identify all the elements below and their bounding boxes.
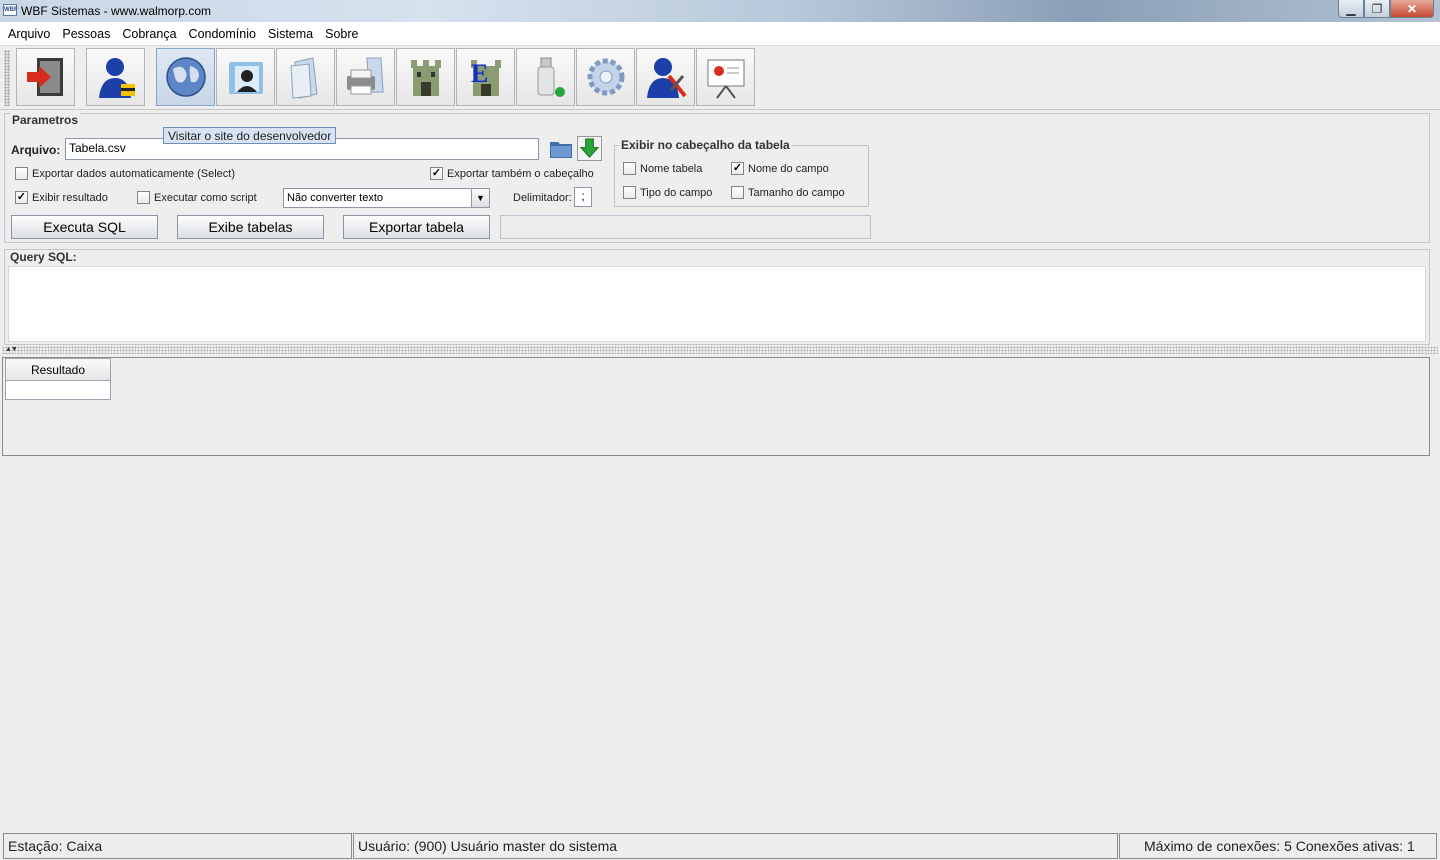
run-script-checkbox[interactable] <box>137 191 150 204</box>
folder-icon <box>550 142 572 158</box>
printer-icon <box>346 57 384 95</box>
field-name-checkbox[interactable]: ✓ <box>731 162 744 175</box>
show-tables-button[interactable]: Exibe tabelas <box>177 215 324 239</box>
developer-site-tooltip: Visitar o site do desenvolvedor <box>163 127 337 144</box>
minimize-icon: ▁ <box>1346 1 1356 16</box>
contact-folder-icon <box>228 62 263 94</box>
toolbar-grip[interactable] <box>4 50 10 106</box>
status-user: Usuário: (900) Usuário master do sistema <box>353 833 1118 859</box>
results-panel: Resultado <box>2 357 1430 456</box>
query-sql-legend: Query SQL: <box>10 250 77 264</box>
presentation-icon <box>707 59 744 99</box>
website-button[interactable] <box>156 48 215 106</box>
convert-text-value: Não converter texto <box>287 192 383 204</box>
status-connections: Máximo de conexões: 5 Conexões ativas: 1 <box>1119 833 1437 859</box>
show-result-checkbox[interactable]: ✓ <box>15 191 28 204</box>
toolbar: E <box>0 46 1440 110</box>
gear-icon <box>587 58 624 96</box>
field-size-label: Tamanho do campo <box>748 187 845 199</box>
presentation-button[interactable] <box>696 48 755 106</box>
exit-button[interactable] <box>16 48 75 106</box>
parameters-legend: Parametros <box>10 113 81 127</box>
download-arrow-icon <box>579 138 600 158</box>
split-arrows-icon[interactable]: ▲▼ <box>5 346 18 353</box>
chevron-down-icon[interactable]: ▼ <box>471 189 489 207</box>
menu-bar: Arquivo Pessoas Cobrança Condomínio Sist… <box>0 22 1440 46</box>
documents-button[interactable] <box>276 48 335 106</box>
export-header-label: Exportar também o cabeçalho <box>447 168 594 180</box>
usb-drive-icon <box>537 57 565 97</box>
export-table-button[interactable]: Exportar tabela <box>343 215 490 239</box>
menu-sistema[interactable]: Sistema <box>262 22 319 46</box>
exit-icon <box>26 58 63 96</box>
split-pane-divider[interactable] <box>2 346 1438 354</box>
query-sql-panel: Query SQL: <box>4 249 1430 345</box>
user-tools-icon <box>646 58 687 98</box>
restore-icon: ❐ <box>1371 1 1383 16</box>
export-auto-checkbox[interactable] <box>15 167 28 180</box>
svg-text:E: E <box>471 59 488 88</box>
globe-icon <box>165 57 206 97</box>
header-options-legend: Exibir no cabeçalho da tabela <box>619 138 792 152</box>
maximize-button[interactable]: ❐ <box>1364 0 1390 18</box>
menu-condominio[interactable]: Condomínio <box>183 22 262 46</box>
table-name-checkbox[interactable] <box>623 162 636 175</box>
close-button[interactable]: ✕ <box>1390 0 1434 18</box>
castle-e-icon: E <box>470 59 501 96</box>
progress-bar <box>500 215 871 239</box>
field-size-checkbox[interactable] <box>731 186 744 199</box>
print-button[interactable] <box>336 48 395 106</box>
delimiter-label: Delimitador: <box>513 192 572 204</box>
user-lock-icon <box>98 58 135 98</box>
export-auto-label: Exportar dados automaticamente (Select) <box>32 168 235 180</box>
open-file-button[interactable] <box>549 136 573 160</box>
download-button[interactable] <box>577 136 602 161</box>
delimiter-input[interactable]: ; <box>574 187 592 207</box>
close-icon: ✕ <box>1406 1 1418 16</box>
results-column-header[interactable]: Resultado <box>6 359 110 381</box>
status-station: Estação: Caixa <box>3 833 352 859</box>
documents-icon <box>289 57 318 99</box>
table-name-label: Nome tabela <box>640 163 703 175</box>
window-title: WBF Sistemas - www.walmorp.com <box>21 4 212 18</box>
field-name-label: Nome do campo <box>748 163 829 175</box>
execute-sql-button[interactable]: Executa SQL <box>11 215 158 239</box>
show-result-label: Exibir resultado <box>32 192 108 204</box>
menu-cobranca[interactable]: Cobrança <box>116 22 182 46</box>
export-header-checkbox[interactable]: ✓ <box>430 167 443 180</box>
settings-button[interactable] <box>576 48 635 106</box>
condominium-button[interactable] <box>396 48 455 106</box>
file-label: Arquivo: <box>11 143 61 157</box>
menu-sobre[interactable]: Sobre <box>319 22 364 46</box>
users-button[interactable] <box>86 48 145 106</box>
field-type-label: Tipo do campo <box>640 187 713 199</box>
title-bar: WBF WBF Sistemas - www.walmorp.com ▁ ❐ ✕ <box>0 0 1440 22</box>
run-script-label: Executar como script <box>154 192 257 204</box>
field-type-checkbox[interactable] <box>623 186 636 199</box>
castle-icon <box>410 60 441 96</box>
status-bar: Estação: Caixa Usuário: (900) Usuário ma… <box>0 832 1440 860</box>
results-table[interactable]: Resultado <box>5 358 111 400</box>
query-sql-textarea[interactable] <box>8 266 1426 342</box>
backup-button[interactable] <box>516 48 575 106</box>
app-logo-icon: WBF <box>3 4 18 16</box>
menu-arquivo[interactable]: Arquivo <box>2 22 56 46</box>
convert-text-select[interactable]: Não converter texto ▼ <box>283 188 490 208</box>
minimize-button[interactable]: ▁ <box>1338 0 1364 18</box>
condominium-e-button[interactable]: E <box>456 48 515 106</box>
contacts-button[interactable] <box>216 48 275 106</box>
user-admin-button[interactable] <box>636 48 695 106</box>
menu-pessoas[interactable]: Pessoas <box>56 22 116 46</box>
